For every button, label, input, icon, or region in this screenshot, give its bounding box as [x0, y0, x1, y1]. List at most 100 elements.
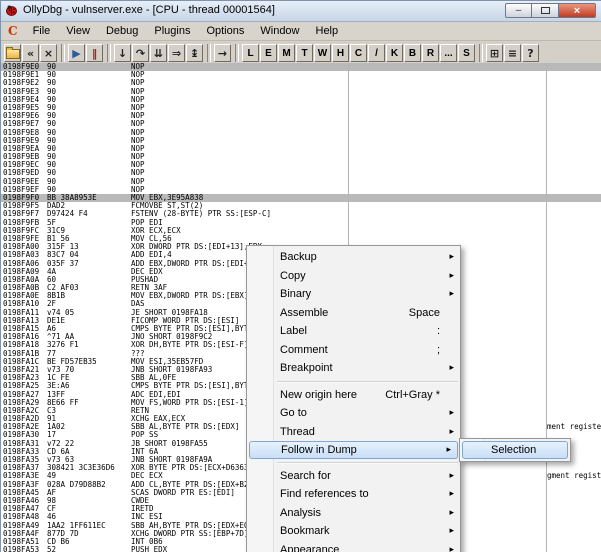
- disassembly-cell: MOV EBX,DWORD PTR DS:[EBX]: [131, 292, 248, 300]
- run-trace-window-button[interactable]: ...: [440, 44, 457, 62]
- submenu-arrow-icon: ▸: [444, 289, 454, 299]
- menubar-item-debug[interactable]: Debug: [98, 23, 146, 39]
- toolbar-divider: [61, 44, 65, 62]
- ollydbg-window: OllyDbg - vulnserver.exe - [CPU - thread…: [0, 0, 601, 552]
- context-menu-item-breakpoint[interactable]: Breakpoint▸: [247, 359, 460, 378]
- disasm-row[interactable]: 0198F9E090NOP: [1, 63, 601, 71]
- menu-shortcut: Ctrl+Gray *: [385, 389, 454, 401]
- context-menu-item-follow-in-dump-label: Follow in Dump: [281, 444, 357, 456]
- context-menu-item-search-for[interactable]: Search for▸: [247, 467, 460, 486]
- window-list-icon: ≡: [508, 48, 517, 59]
- close-program-button[interactable]: ×: [40, 44, 57, 62]
- disasm-row[interactable]: 0198F9E890NOP: [1, 129, 601, 137]
- context-menu-item-follow-in-dump[interactable]: Follow in Dump▸: [249, 441, 458, 459]
- disasm-row[interactable]: 0198F9E990NOP: [1, 137, 601, 145]
- disasm-row[interactable]: 0198F9EE90NOP: [1, 178, 601, 186]
- disasm-row[interactable]: 0198F9E290NOP: [1, 79, 601, 87]
- disasm-row[interactable]: 0198F9E590NOP: [1, 104, 601, 112]
- references-window-button[interactable]: R: [422, 44, 439, 62]
- execute-till-return-button[interactable]: ↨: [186, 44, 203, 62]
- menubar-item-file[interactable]: File: [25, 23, 59, 39]
- run-button[interactable]: ▶: [68, 44, 85, 62]
- context-menu-item-search-for-label: Search for: [280, 470, 331, 482]
- threads-window-button[interactable]: T: [296, 44, 313, 62]
- cpu-window-button[interactable]: C: [350, 44, 367, 62]
- window-title: OllyDbg - vulnserver.exe - [CPU - thread…: [23, 4, 275, 16]
- disasm-row[interactable]: 0198F9E790NOP: [1, 120, 601, 128]
- context-menu-item-new-origin-here[interactable]: New origin hereCtrl+Gray *: [247, 386, 460, 405]
- disasm-row[interactable]: 0198F9EA90NOP: [1, 145, 601, 153]
- go-to-address-button[interactable]: →: [214, 44, 231, 62]
- animate-over-button[interactable]: ⇒: [168, 44, 185, 62]
- disasm-row[interactable]: 0198F9FEB1 56MOV CL,56: [1, 235, 601, 243]
- restart-button[interactable]: «: [22, 44, 39, 62]
- context-menu-item-go-to[interactable]: Go to▸: [247, 404, 460, 423]
- disasm-row[interactable]: 0198F9E690NOP: [1, 112, 601, 120]
- disasm-row[interactable]: 0198F9E490NOP: [1, 96, 601, 104]
- menubar-item-plugins[interactable]: Plugins: [146, 23, 198, 39]
- toolbar-divider: [479, 44, 483, 62]
- disasm-row[interactable]: 0198F9EC90NOP: [1, 161, 601, 169]
- menubar-item-help[interactable]: Help: [308, 23, 347, 39]
- menubar-item-window[interactable]: Window: [252, 23, 307, 39]
- handles-window-button[interactable]: H: [332, 44, 349, 62]
- patches-window-icon: /: [375, 48, 378, 59]
- context-menu-item-bookmark[interactable]: Bookmark▸: [247, 522, 460, 541]
- menu-bar: C FileViewDebugPluginsOptionsWindowHelp: [1, 22, 601, 41]
- run-trace-window-icon: ...: [444, 48, 452, 59]
- help-button[interactable]: ?: [522, 44, 539, 62]
- context-menu-item-binary[interactable]: Binary▸: [247, 285, 460, 304]
- source-window-button[interactable]: S: [458, 44, 475, 62]
- context-menu-item-comment[interactable]: Comment;: [247, 341, 460, 360]
- submenu-arrow-icon: ▸: [444, 271, 454, 281]
- submenu-arrow-icon: ▸: [444, 545, 454, 552]
- context-menu-item-label[interactable]: Label:: [247, 322, 460, 341]
- maximize-button[interactable]: [532, 3, 559, 18]
- submenu-item-selection[interactable]: Selection: [462, 441, 568, 459]
- context-menu-item-find-references-to-label: Find references to: [280, 488, 369, 500]
- close-button[interactable]: ×: [559, 3, 596, 18]
- context-menu-item-thread[interactable]: Thread▸: [247, 423, 460, 442]
- context-menu-item-appearance[interactable]: Appearance▸: [247, 541, 460, 552]
- executables-window-button[interactable]: E: [260, 44, 277, 62]
- animate-into-button[interactable]: ⇊: [150, 44, 167, 62]
- windows-window-icon: W: [318, 48, 327, 59]
- log-window-button[interactable]: L: [242, 44, 259, 62]
- breakpoints-window-button[interactable]: B: [404, 44, 421, 62]
- disasm-row[interactable]: 0198F9EB90NOP: [1, 153, 601, 161]
- toolbar-divider: [107, 44, 111, 62]
- menubar-item-view[interactable]: View: [58, 23, 98, 39]
- disasm-row[interactable]: 0198F9F5DAD2FCMOVBE ST,ST(2): [1, 202, 601, 210]
- step-over-button[interactable]: ↷: [132, 44, 149, 62]
- disasm-row[interactable]: 0198F9ED90NOP: [1, 169, 601, 177]
- open-file-button[interactable]: [4, 44, 21, 62]
- disassembly-cell: PUSH EDX: [131, 546, 167, 552]
- memory-window-button[interactable]: M: [278, 44, 295, 62]
- disasm-row[interactable]: 0198F9FC31C9XOR ECX,ECX: [1, 227, 601, 235]
- menubar-item-options[interactable]: Options: [198, 23, 252, 39]
- tile-windows-button[interactable]: ⊞: [486, 44, 503, 62]
- disasm-row[interactable]: 0198F9FB5FPOP EDI: [1, 219, 601, 227]
- context-menu-item-backup[interactable]: Backup▸: [247, 248, 460, 267]
- submenu-arrow-icon: ▸: [444, 508, 454, 518]
- context-menu-item-analysis[interactable]: Analysis▸: [247, 504, 460, 523]
- column-separator[interactable]: [546, 63, 547, 552]
- child-window-menu-icon[interactable]: C: [1, 24, 25, 38]
- step-into-button[interactable]: ↓: [114, 44, 131, 62]
- context-menu-item-assemble[interactable]: AssembleSpace: [247, 304, 460, 323]
- windows-window-button[interactable]: W: [314, 44, 331, 62]
- disasm-row[interactable]: 0198F9F0BB 38A8953EMOV EBX,3E95A838: [1, 194, 601, 202]
- context-menu-item-find-references-to[interactable]: Find references to▸: [247, 485, 460, 504]
- disasm-row[interactable]: 0198F9F7D97424 F4FSTENV (28-BYTE) PTR SS…: [1, 210, 601, 218]
- minimize-button[interactable]: –: [505, 3, 532, 18]
- disasm-row[interactable]: 0198F9E390NOP: [1, 88, 601, 96]
- window-list-button[interactable]: ≡: [504, 44, 521, 62]
- menu-separator: [277, 462, 458, 464]
- pause-button[interactable]: ‖: [86, 44, 103, 62]
- toolbar-divider: [235, 44, 239, 62]
- call-stack-window-button[interactable]: K: [386, 44, 403, 62]
- context-menu-item-copy[interactable]: Copy▸: [247, 267, 460, 286]
- disasm-row[interactable]: 0198F9E190NOP: [1, 71, 601, 79]
- patches-window-button[interactable]: /: [368, 44, 385, 62]
- context-menu: Backup▸Copy▸Binary▸AssembleSpaceLabel:Co…: [246, 245, 461, 552]
